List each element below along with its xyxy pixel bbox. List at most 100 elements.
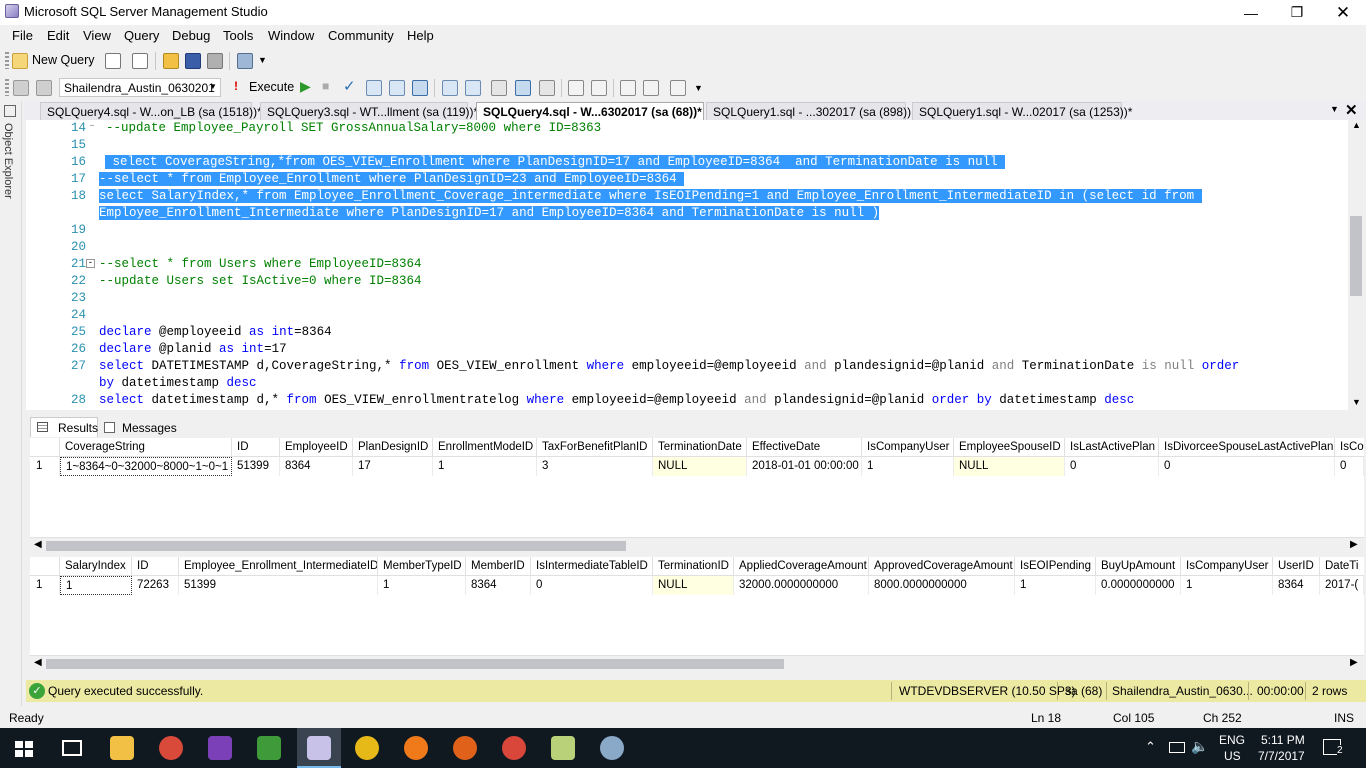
grid-cell[interactable]: 51399 <box>232 457 280 476</box>
column-header[interactable]: ID <box>132 557 179 576</box>
grid-cell[interactable]: 17 <box>353 457 433 476</box>
menu-window[interactable]: Window <box>268 28 314 43</box>
firefox-icon[interactable] <box>453 736 477 760</box>
tab-results[interactable]: Results <box>30 417 98 437</box>
column-header[interactable]: IsCompanyUser <box>1181 557 1273 576</box>
toolbar-grip-2[interactable] <box>5 79 9 96</box>
scroll-thumb[interactable] <box>46 659 784 669</box>
object-explorer-tab[interactable]: Object Explorer <box>2 123 14 199</box>
toolbar-overflow-icon-2[interactable]: ▼ <box>694 83 703 93</box>
tab-sqlquery4-active[interactable]: SQLQuery4.sql - W...6302017 (sa (68))* <box>476 102 704 120</box>
tab-sqlquery1-1253[interactable]: SQLQuery1.sql - W...02017 (sa (1253))* <box>912 102 1132 120</box>
ssms-taskbar-active[interactable] <box>297 728 341 768</box>
scroll-left-icon[interactable]: ◀ <box>34 657 42 668</box>
grid-cell[interactable]: 0 <box>1065 457 1159 476</box>
file-explorer-icon[interactable] <box>110 736 134 760</box>
menu-tools[interactable]: Tools <box>223 28 253 43</box>
execute-icon[interactable]: ! <box>234 79 238 93</box>
column-header[interactable]: DateTi <box>1320 557 1364 576</box>
column-header[interactable]: PlanDesignID <box>353 438 433 457</box>
spreadsheet-app-icon[interactable] <box>551 736 575 760</box>
uncomment-lines-icon[interactable] <box>591 80 607 96</box>
visual-studio-icon[interactable] <box>208 736 232 760</box>
outline-collapse-icon[interactable]: - <box>86 259 95 268</box>
activity-monitor-icon[interactable] <box>237 53 253 69</box>
increase-indent-icon[interactable] <box>643 80 659 96</box>
menu-file[interactable]: File <box>12 28 33 43</box>
grid-cell[interactable]: 1 <box>862 457 954 476</box>
minimize-button[interactable]: — <box>1228 0 1274 25</box>
grid-cell[interactable]: 1 <box>1015 576 1096 595</box>
column-header[interactable]: IsLastActivePlan <box>1065 438 1159 457</box>
results-grid-2[interactable]: SalaryIndex ID Employee_Enrollment_Inter… <box>30 557 1364 655</box>
parse-checkmark-icon[interactable]: ✓ <box>343 77 356 95</box>
menu-edit[interactable]: Edit <box>47 28 69 43</box>
menu-query[interactable]: Query <box>124 28 159 43</box>
grid-cell[interactable]: 51399 <box>179 576 378 595</box>
scroll-up-icon[interactable]: ▲ <box>1352 120 1361 130</box>
menu-debug[interactable]: Debug <box>172 28 210 43</box>
scroll-right-icon[interactable]: ▶ <box>1350 539 1358 550</box>
grid-cell-null[interactable]: NULL <box>954 457 1065 476</box>
clock-time[interactable]: 5:11 PM <box>1261 733 1305 747</box>
new-query-button[interactable]: New Query <box>32 53 95 67</box>
language-us[interactable]: US <box>1224 749 1241 763</box>
column-header[interactable]: IsCo <box>1335 438 1364 457</box>
include-plan-icon[interactable] <box>491 80 507 96</box>
decrease-indent-icon[interactable] <box>620 80 636 96</box>
grid-cell[interactable]: 1 <box>433 457 537 476</box>
sql-editor[interactable]: 14 15 16 17 18 19 20 21 22 23 24 25 26 2… <box>26 120 1348 410</box>
column-header[interactable]: TerminationID <box>653 557 734 576</box>
toolbar-grip[interactable] <box>5 52 9 69</box>
column-header[interactable]: EnrollmentModeID <box>433 438 537 457</box>
column-header[interactable]: ApprovedCoverageAmount <box>869 557 1015 576</box>
column-header[interactable]: Employee_Enrollment_IntermediateID <box>179 557 378 576</box>
task-view-icon[interactable] <box>62 740 82 756</box>
column-header[interactable]: IsDivorceeSpouseLastActivePlan <box>1159 438 1335 457</box>
clock-date[interactable]: 7/7/2017 <box>1258 749 1305 763</box>
menu-view[interactable]: View <box>83 28 111 43</box>
close-button[interactable]: ✕ <box>1320 0 1366 25</box>
database-dropdown[interactable]: Shailendra_Austin_0630201 ▼ <box>59 78 221 97</box>
close-tab-icon[interactable]: ✕ <box>1345 101 1358 119</box>
comment-lines-icon[interactable] <box>568 80 584 96</box>
tab-list-dropdown-icon[interactable]: ▼ <box>1330 104 1339 114</box>
stop-icon[interactable]: ■ <box>322 79 329 93</box>
print-icon[interactable] <box>207 53 223 69</box>
pin-icon[interactable] <box>4 105 16 117</box>
column-header[interactable]: UserID <box>1273 557 1320 576</box>
execute-button[interactable]: Execute <box>249 80 294 94</box>
chrome-icon[interactable] <box>355 736 379 760</box>
new-file-icon[interactable] <box>105 53 121 69</box>
results-grid-1[interactable]: CoverageString ID EmployeeID PlanDesignI… <box>30 438 1364 538</box>
show-hidden-icons-chevron[interactable]: ⌃ <box>1145 739 1156 755</box>
save-icon[interactable] <box>185 53 201 69</box>
column-header[interactable]: SalaryIndex <box>60 557 132 576</box>
notepad-plus-icon[interactable] <box>257 736 281 760</box>
column-header[interactable]: MemberID <box>466 557 531 576</box>
column-header[interactable]: BuyUpAmount <box>1096 557 1181 576</box>
grid-cell[interactable]: 32000.0000000000 <box>734 576 869 595</box>
network-icon[interactable] <box>1169 742 1185 753</box>
scroll-left-icon[interactable]: ◀ <box>34 539 42 550</box>
browser-app-icon[interactable] <box>159 736 183 760</box>
scroll-right-icon[interactable]: ▶ <box>1350 657 1358 668</box>
toolbar-overflow-icon[interactable]: ▼ <box>258 55 267 65</box>
column-header[interactable]: IsCompanyUser <box>862 438 954 457</box>
scroll-thumb[interactable] <box>1350 216 1362 296</box>
collapse-marker-icon[interactable]: – <box>89 121 95 132</box>
query-designer-icon[interactable] <box>389 80 405 96</box>
results-to-grid-icon[interactable] <box>412 80 428 96</box>
grid-cell[interactable]: 8364 <box>280 457 353 476</box>
new-query-icon[interactable] <box>12 53 28 69</box>
grid-cell-selected[interactable]: 1 <box>60 576 132 595</box>
tab-sqlquery3[interactable]: SQLQuery3.sql - WT...llment (sa (119))* <box>260 102 478 120</box>
firefox-nightly-icon[interactable] <box>404 736 428 760</box>
column-header[interactable]: AppliedCoverageAmount <box>734 557 869 576</box>
grid-cell[interactable]: 2017-( <box>1320 576 1364 595</box>
open-folder-icon[interactable] <box>163 53 179 69</box>
language-eng[interactable]: ENG <box>1219 733 1245 747</box>
column-header[interactable]: TaxForBenefitPlanID <box>537 438 653 457</box>
grid2-horizontal-scrollbar[interactable]: ◀ ▶ <box>30 655 1364 671</box>
specify-values-icon[interactable] <box>670 80 686 96</box>
